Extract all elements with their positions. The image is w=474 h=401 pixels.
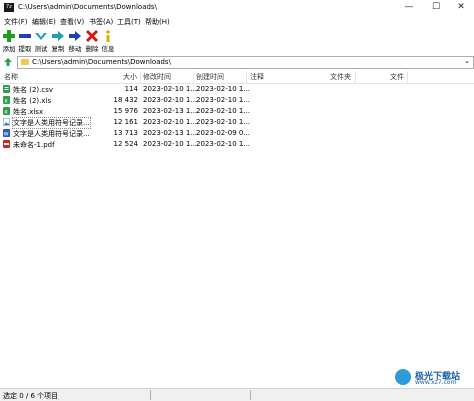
column-divider[interactable] — [246, 71, 247, 83]
excel-icon: x — [3, 96, 10, 104]
file-modified: 2023-02-10 1... — [143, 96, 198, 104]
file-name: 姓名 (2).csv — [13, 86, 54, 94]
column-size[interactable]: 大小 — [123, 72, 137, 82]
minimize-button[interactable]: — — [396, 0, 422, 15]
file-size: 12 524 — [113, 140, 139, 148]
file-modified: 2023-02-10 1... — [143, 85, 198, 93]
file-created: 2023-02-09 0... — [196, 129, 251, 137]
menu-tools[interactable]: 工具(T) — [117, 17, 141, 27]
column-files[interactable]: 文件 — [390, 72, 404, 82]
column-folders[interactable]: 文件夹 — [330, 72, 351, 82]
address-input[interactable]: C:\Users\admin\Documents\Downloads\ ⌄ — [17, 56, 474, 69]
file-size: 12 161 — [113, 118, 139, 126]
file-created: 2023-02-10 1... — [196, 107, 251, 115]
pdf-icon — [3, 140, 10, 148]
file-name: 未命名-1.pdf — [13, 141, 55, 149]
file-row[interactable]: 姓名 (2).csv 114 2023-02-10 1... 2023-02-1… — [0, 84, 474, 95]
status-divider — [150, 390, 151, 400]
file-created: 2023-02-10 1... — [196, 140, 251, 148]
file-modified: 2023-02-13 1... — [143, 107, 198, 115]
file-name: 文字是人类用符号记录... — [13, 130, 90, 138]
add-icon — [3, 30, 15, 42]
info-button[interactable]: 信息 — [100, 29, 116, 53]
menu-bar: 文件(F) 编辑(E) 查看(V) 书签(A) 工具(T) 帮助(H) — [0, 15, 474, 27]
svg-text:x: x — [4, 109, 8, 116]
svg-text:x: x — [4, 98, 8, 105]
info-label: 信息 — [101, 45, 115, 53]
address-path: C:\Users\admin\Documents\Downloads\ — [32, 58, 171, 66]
file-name: 姓名.xlsx — [13, 108, 44, 116]
status-bar: 选定 0 / 6 个项目 — [0, 388, 474, 401]
file-size: 15 976 — [113, 107, 139, 115]
status-divider — [250, 390, 251, 400]
copy-button[interactable]: 复制 — [50, 29, 66, 53]
column-divider[interactable] — [355, 71, 356, 83]
chevron-down-icon[interactable]: ⌄ — [464, 57, 470, 65]
column-created[interactable]: 创建时间 — [196, 72, 224, 82]
column-comment[interactable]: 注释 — [250, 72, 264, 82]
file-name: 姓名 (2).xls — [13, 97, 52, 105]
up-folder-icon[interactable] — [3, 57, 13, 67]
file-name: 文字是人类用符号记录... — [12, 117, 91, 129]
app-icon: 7z — [4, 3, 14, 12]
menu-help[interactable]: 帮助(H) — [145, 17, 170, 27]
check-icon — [35, 33, 47, 40]
file-row[interactable]: x 姓名 (2).xls 18 432 2023-02-10 1... 2023… — [0, 95, 474, 106]
file-created: 2023-02-10 1... — [196, 96, 251, 104]
close-button[interactable]: ✕ — [448, 0, 474, 15]
column-name[interactable]: 名称 — [4, 72, 18, 82]
file-row[interactable]: 文字是人类用符号记录... 12 161 2023-02-10 1... 202… — [0, 117, 474, 129]
column-divider[interactable] — [140, 71, 141, 83]
file-modified: 2023-02-10 1... — [143, 140, 198, 148]
window-title: C:\Users\admin\Documents\Downloads\ — [18, 3, 157, 11]
minus-icon — [19, 34, 31, 38]
file-size: 18 432 — [113, 96, 139, 104]
address-bar: C:\Users\admin\Documents\Downloads\ ⌄ — [0, 55, 474, 69]
info-icon — [106, 30, 110, 42]
file-created: 2023-02-10 1... — [196, 118, 251, 126]
svg-text:w: w — [4, 131, 9, 138]
menu-edit[interactable]: 编辑(E) — [32, 17, 56, 27]
move-arrow-icon — [69, 31, 81, 41]
column-divider[interactable] — [407, 71, 408, 83]
folder-icon — [21, 59, 29, 65]
column-divider[interactable] — [193, 71, 194, 83]
excel-icon: x — [3, 107, 10, 115]
watermark: 极光下载站 www.xz7.com — [395, 369, 473, 387]
toolbar: 添加 提取 测试 复制 移动 删除 信息 — [0, 28, 474, 54]
file-modified: 2023-02-13 1... — [143, 129, 198, 137]
file-size: 114 — [124, 85, 138, 93]
delete-x-icon — [85, 29, 99, 43]
csv-icon — [3, 85, 10, 93]
file-modified: 2023-02-10 1... — [143, 118, 198, 126]
file-row[interactable]: 未命名-1.pdf 12 524 2023-02-10 1... 2023-02… — [0, 139, 474, 150]
file-created: 2023-02-10 1... — [196, 85, 251, 93]
menu-view[interactable]: 查看(V) — [60, 17, 84, 27]
menu-bookmarks[interactable]: 书签(A) — [89, 17, 113, 27]
watermark-logo-icon — [395, 369, 411, 385]
file-size: 13 713 — [113, 129, 139, 137]
copy-arrow-icon — [52, 31, 64, 41]
word-icon: w — [3, 129, 10, 137]
column-modified[interactable]: 修改时间 — [143, 72, 171, 82]
column-headers: 名称 大小 修改时间 创建时间 注释 文件夹 文件 — [0, 71, 474, 84]
test-button[interactable]: 测试 — [33, 29, 49, 53]
maximize-button[interactable]: ☐ — [423, 0, 449, 15]
file-row[interactable]: x 姓名.xlsx 15 976 2023-02-13 1... 2023-02… — [0, 106, 474, 117]
image-icon — [3, 118, 10, 126]
move-button[interactable]: 移动 — [67, 29, 83, 53]
menu-file[interactable]: 文件(F) — [4, 17, 28, 27]
watermark-url: www.xz7.com — [415, 379, 457, 386]
file-row[interactable]: w 文字是人类用符号记录... 13 713 2023-02-13 1... 2… — [0, 128, 474, 139]
title-bar: 7z C:\Users\admin\Documents\Downloads\ —… — [0, 0, 474, 15]
